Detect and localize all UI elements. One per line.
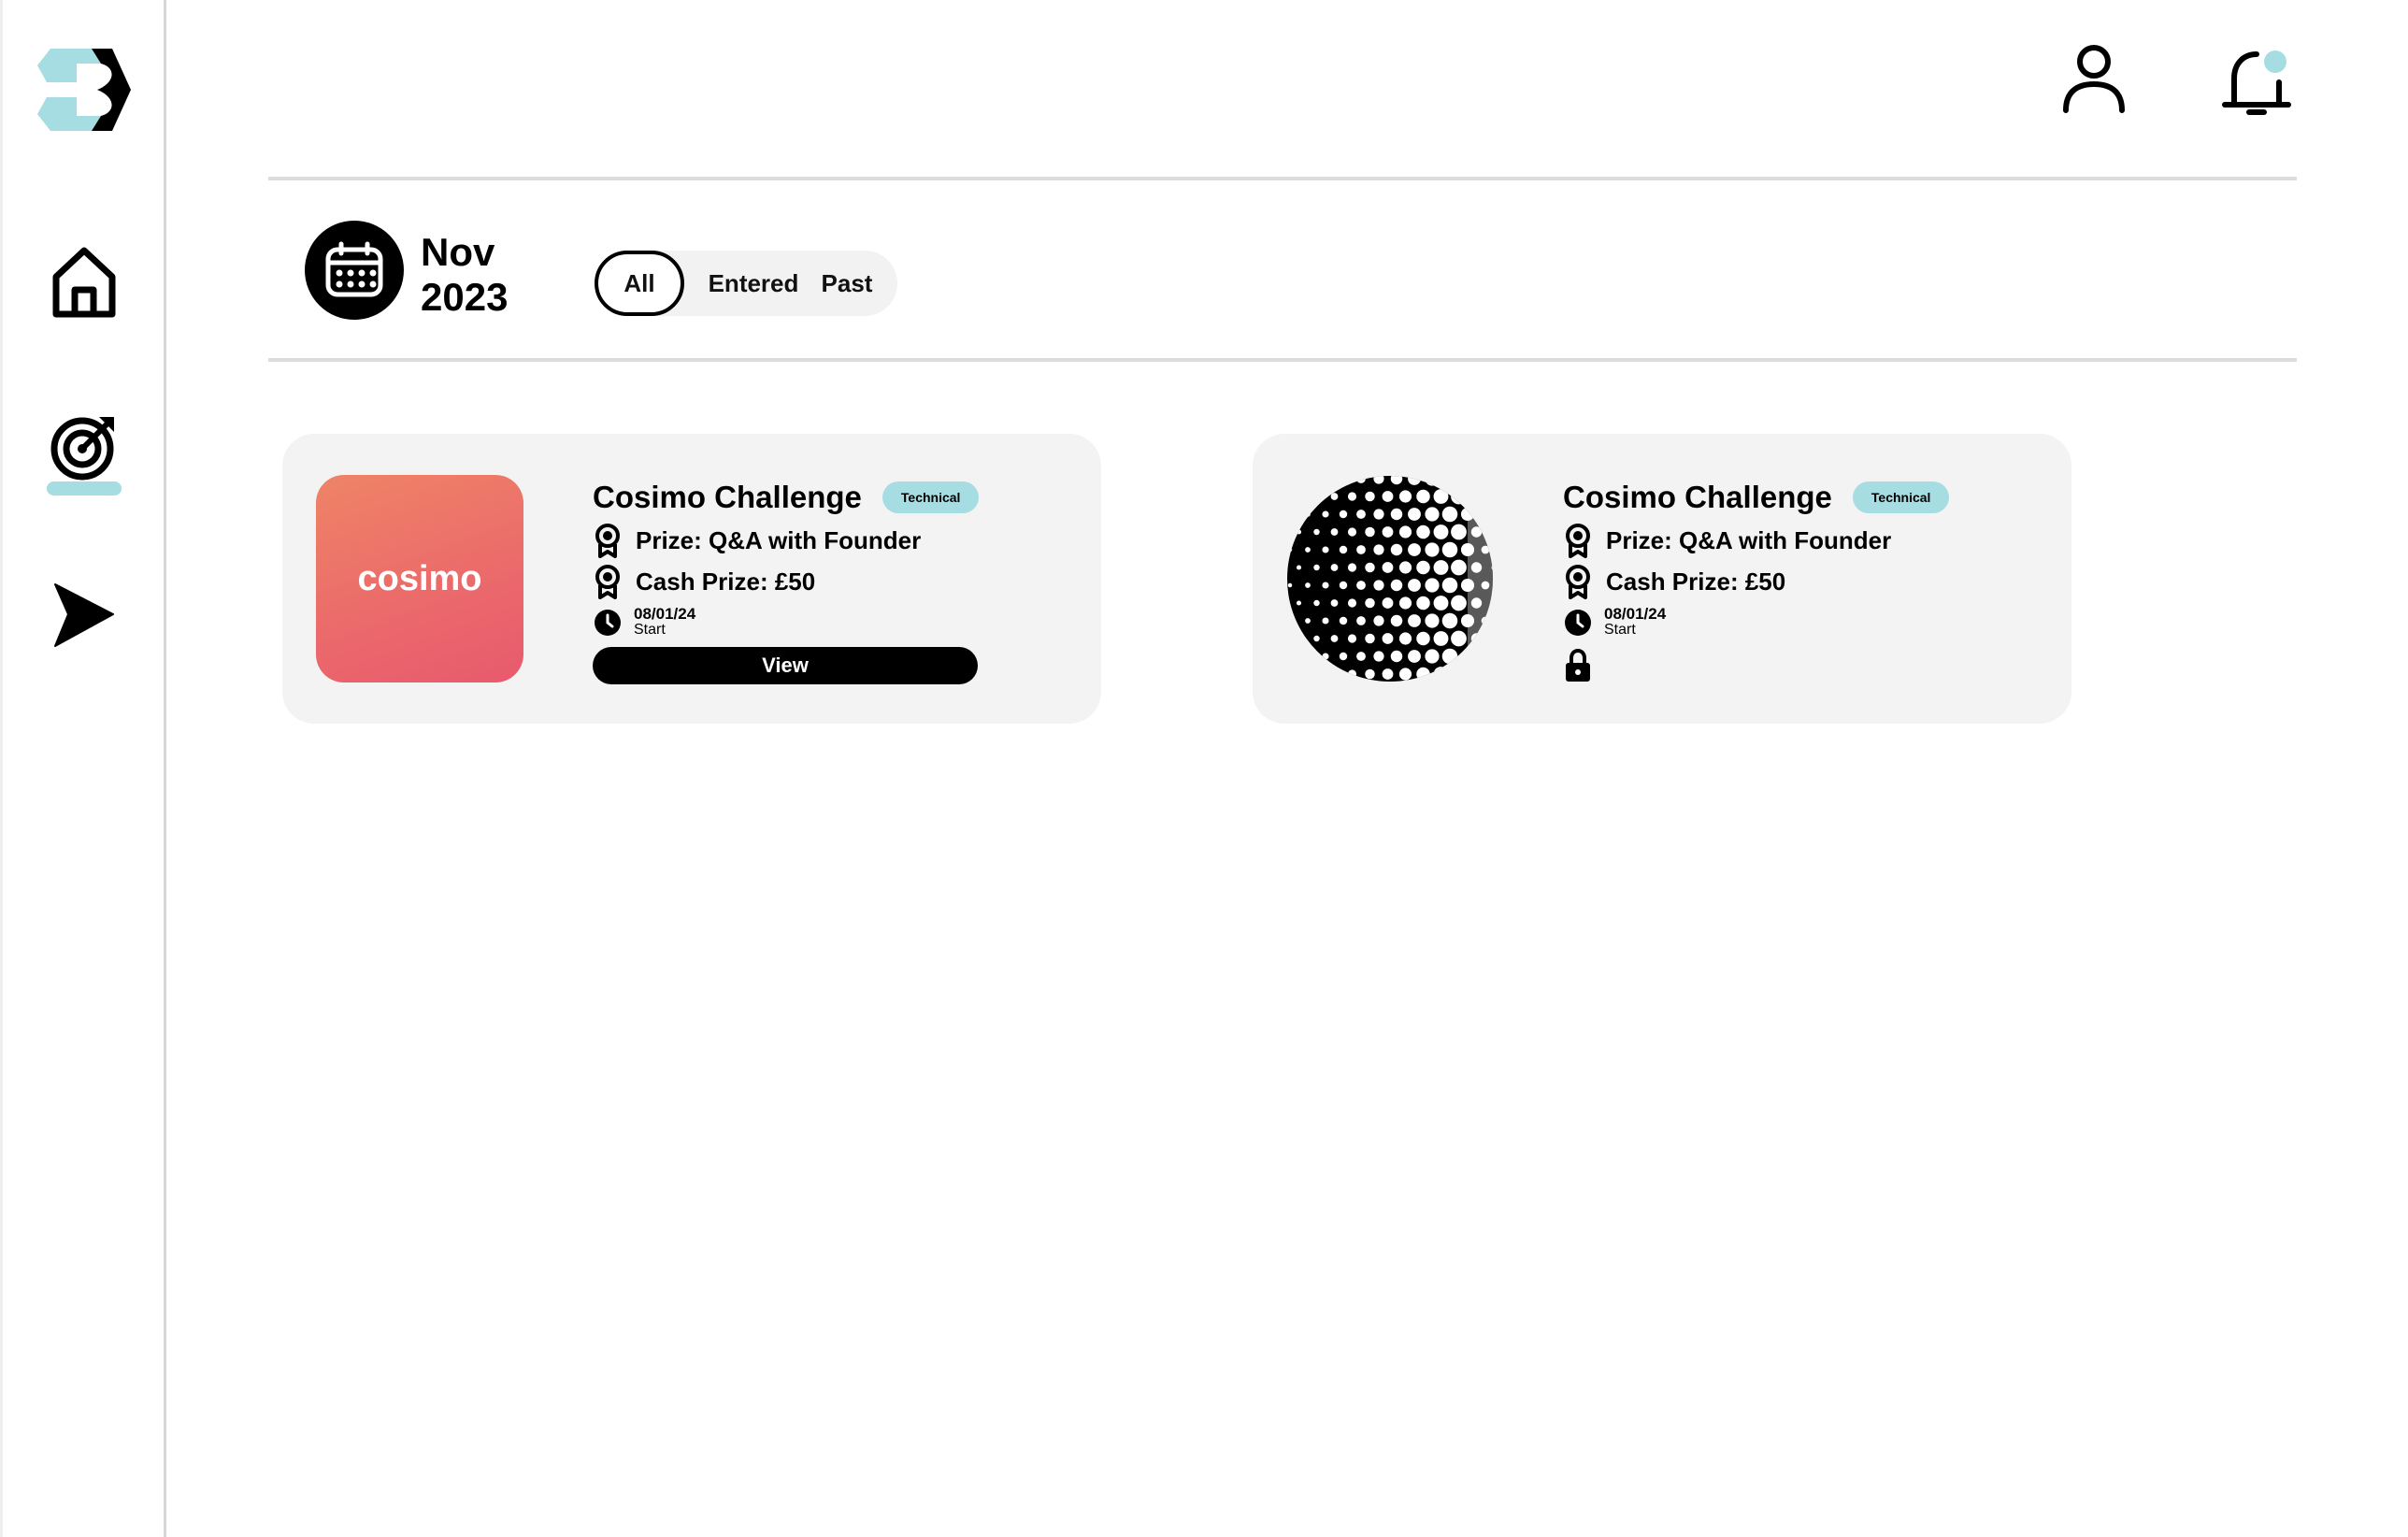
view-button[interactable]: View [593,647,978,684]
cash-prize-text: Cash Prize: £50 [1606,567,1786,596]
calendar-badge [305,221,404,320]
divider-top [268,177,2297,180]
nav-home[interactable] [37,236,131,329]
start-date: 08/01/24 [634,605,696,623]
play-icon [54,583,114,647]
challenge-title: Cosimo Challenge [1563,480,1832,514]
home-icon [52,247,116,318]
clock-icon [1563,606,1593,639]
challenge-thumbnail: cosimo [316,475,523,682]
bell-icon[interactable] [2221,45,2292,120]
prize-text: Prize: Q&A with Founder [636,525,922,554]
notification-dot [2264,50,2286,73]
filter-entered-button[interactable]: Entered [697,251,810,316]
start-date: 08/01/24 [1604,605,1667,623]
filter-all-button[interactable]: All [595,251,684,316]
category-tag: Technical [882,481,980,513]
brand-logo-icon[interactable] [36,45,133,135]
challenge-card[interactable]: cosimo Cosimo Challenge Technical Prize:… [282,434,1101,724]
challenge-card[interactable]: Cosimo Challenge Technical Prize: Q&A wi… [1253,434,2071,724]
user-icon[interactable] [2057,43,2131,118]
year-label: 2023 [421,275,509,319]
start-date-label: Start [634,622,666,638]
sidebar-edge [0,0,3,1537]
divider-middle [268,358,2297,362]
lock-icon [1563,649,1593,682]
sidebar [0,0,166,1537]
prize-text: Prize: Q&A with Founder [1606,525,1892,554]
start-date-label: Start [1604,622,1636,638]
filter-tabs: All Entered Past [595,251,897,316]
thumbnail-logo-text: cosimo [357,558,482,598]
award-icon [1563,522,1593,559]
award-icon [593,563,623,600]
clock-icon [593,606,623,639]
nav-challenges[interactable] [37,400,131,494]
challenge-title: Cosimo Challenge [593,480,862,514]
filter-past-button[interactable]: Past [810,251,884,316]
award-icon [1563,563,1593,600]
calendar-icon [325,241,383,297]
target-icon [50,417,114,481]
nav-play[interactable] [37,568,131,662]
active-nav-indicator [47,481,122,496]
award-icon [593,522,623,559]
cash-prize-text: Cash Prize: £50 [636,567,816,596]
challenge-thumbnail [1284,473,1496,684]
category-tag: Technical [1852,481,1950,513]
month-label: Nov [421,230,495,274]
